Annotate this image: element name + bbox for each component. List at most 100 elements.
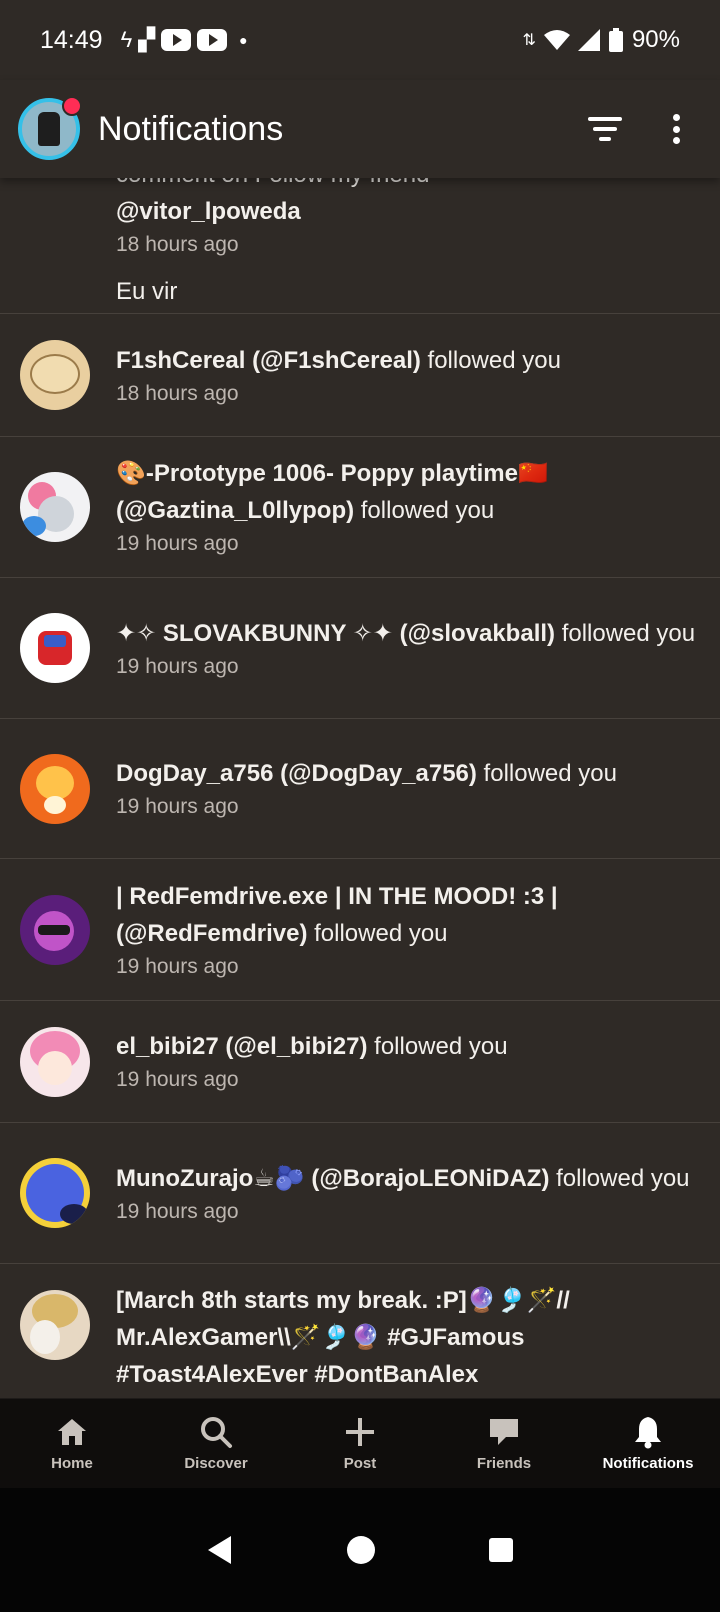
- avatar-spacer: [20, 178, 116, 313]
- notification-text: MunoZurajo☕🫐 (@BorajoLEONiDAZ) followed …: [116, 1160, 700, 1197]
- nav-friends[interactable]: Friends: [432, 1399, 576, 1488]
- notification-body: F1shCereal (@F1shCereal) followed you 18…: [116, 342, 700, 409]
- plus-icon: [343, 1415, 377, 1449]
- notification-item[interactable]: MunoZurajo☕🫐 (@BorajoLEONiDAZ) followed …: [0, 1123, 720, 1264]
- avatar-mouth: [44, 795, 66, 814]
- notification-body: | RedFemdrive.exe | IN THE MOOD! :3 | (@…: [116, 878, 700, 982]
- notification-time: 19 hours ago: [116, 654, 239, 678]
- youtube-icon: [197, 29, 228, 51]
- bottom-nav: Home Discover Post Friends Notifications: [0, 1398, 720, 1488]
- home-circle-icon[interactable]: [345, 1534, 377, 1566]
- notification-body: 🎨-Prototype 1006- Poppy playtime🇨🇳 (@Gaz…: [116, 455, 700, 559]
- follower-name[interactable]: F1shCereal (@F1shCereal): [116, 347, 421, 374]
- notification-time: 18 hours ago: [116, 233, 239, 256]
- notification-text: 🎨-Prototype 1006- Poppy playtime🇨🇳 (@Gaz…: [116, 455, 700, 529]
- notification-feed[interactable]: comment on Follow my friend @vitor_lpowe…: [0, 178, 720, 1398]
- profile-avatar[interactable]: [18, 96, 82, 160]
- nav-discover[interactable]: Discover: [144, 1399, 288, 1488]
- avatar-sketch: [30, 354, 80, 394]
- notification-item[interactable]: el_bibi27 (@el_bibi27) followed you 19 h…: [0, 1001, 720, 1123]
- nav-home[interactable]: Home: [0, 1399, 144, 1488]
- chat-bubble-icon: [487, 1415, 521, 1449]
- notification-time: 19 hours ago: [116, 954, 239, 978]
- avatar-hand: [22, 516, 46, 536]
- notification-action: followed you: [476, 760, 617, 787]
- signal-icon: [577, 29, 600, 51]
- avatar-face: [36, 765, 74, 800]
- notification-body: el_bibi27 (@el_bibi27) followed you 19 h…: [116, 1028, 700, 1095]
- notification-action: followed you: [354, 497, 495, 524]
- notification-item[interactable]: comment on Follow my friend @vitor_lpowe…: [0, 178, 720, 314]
- notification-item[interactable]: [March 8th starts my break. :P]🔮🎐🪄// Mr.…: [0, 1264, 720, 1398]
- follower-name[interactable]: DogDay_a756 (@DogDay_a756): [116, 760, 477, 787]
- avatar-figure: [38, 112, 60, 146]
- bolt-icon: ϟ: [120, 27, 133, 52]
- notification-item[interactable]: ✦✧ SLOVAKBUNNY ✧✦ (@slovakball) followed…: [0, 578, 720, 719]
- notification-time: 19 hours ago: [116, 795, 239, 818]
- nav-discover-label: Discover: [184, 1455, 248, 1472]
- notification-body: [March 8th starts my break. :P]🔮🎐🪄// Mr.…: [116, 1282, 700, 1393]
- back-icon[interactable]: [205, 1534, 235, 1566]
- user-avatar[interactable]: [20, 1026, 90, 1097]
- filter-icon[interactable]: [588, 117, 622, 141]
- app-icon: ▞: [138, 27, 156, 52]
- user-avatar[interactable]: [20, 613, 90, 683]
- follower-name[interactable]: MunoZurajo☕🫐 (@BorajoLEONiDAZ): [116, 1165, 549, 1192]
- status-notification-icons: ϟ ▞ ●: [121, 27, 248, 53]
- notification-time: 19 hours ago: [116, 1068, 239, 1091]
- avatar-pet: [30, 1320, 60, 1354]
- battery-level: 90%: [631, 26, 680, 53]
- notification-comment: Eu vir: [116, 278, 178, 305]
- system-nav-bar: [0, 1488, 720, 1612]
- youtube-icon: [161, 29, 192, 51]
- status-time: 14:49: [40, 25, 103, 54]
- follower-name[interactable]: [March 8th starts my break. :P]🔮🎐🪄// Mr.…: [116, 1287, 570, 1388]
- app-header: Notifications: [0, 80, 720, 178]
- notification-time: 18 hours ago: [116, 381, 239, 405]
- wifi-icon: [543, 30, 570, 50]
- notification-body: ✦✧ SLOVAKBUNNY ✧✦ (@slovakball) followed…: [116, 615, 700, 682]
- notification-item[interactable]: | RedFemdrive.exe | IN THE MOOD! :3 | (@…: [0, 859, 720, 1001]
- notification-body: comment on Follow my friend @vitor_lpowe…: [116, 178, 700, 313]
- nav-notifications[interactable]: Notifications: [576, 1399, 720, 1488]
- recents-icon[interactable]: [487, 1536, 515, 1564]
- user-avatar[interactable]: [20, 1158, 90, 1228]
- notification-time: 19 hours ago: [116, 1199, 239, 1223]
- notification-time: 19 hours ago: [116, 532, 239, 555]
- nav-notifications-label: Notifications: [602, 1455, 694, 1472]
- notification-text: ✦✧ SLOVAKBUNNY ✧✦ (@slovakball) followed…: [116, 615, 700, 652]
- header-actions: [588, 114, 702, 144]
- user-avatar[interactable]: [20, 753, 90, 824]
- notification-item[interactable]: F1shCereal (@F1shCereal) followed you 18…: [0, 314, 720, 437]
- notification-item[interactable]: DogDay_a756 (@DogDay_a756) followed you …: [0, 719, 720, 859]
- notification-action: followed you: [549, 1164, 690, 1192]
- notification-handle[interactable]: @vitor_lpoweda: [116, 193, 700, 230]
- user-avatar[interactable]: [20, 894, 90, 965]
- nav-post-label: Post: [343, 1455, 377, 1472]
- user-avatar[interactable]: [20, 472, 90, 542]
- nav-post[interactable]: Post: [288, 1399, 432, 1488]
- notification-partial-text: comment on Follow my friend: [116, 178, 700, 193]
- notification-action: followed you: [307, 919, 448, 947]
- notification-action: followed you: [420, 346, 561, 374]
- avatar-glasses: [38, 924, 70, 935]
- avatar-shadow: [60, 1204, 88, 1224]
- nav-friends-label: Friends: [476, 1455, 532, 1472]
- follower-name[interactable]: el_bibi27 (@el_bibi27): [116, 1033, 367, 1060]
- notification-dot: [62, 96, 82, 116]
- user-avatar[interactable]: [20, 1290, 90, 1360]
- data-arrows-icon: ⇅: [522, 32, 536, 49]
- notification-action: followed you: [555, 619, 696, 647]
- user-avatar[interactable]: [20, 340, 90, 410]
- notification-body: MunoZurajo☕🫐 (@BorajoLEONiDAZ) followed …: [116, 1160, 700, 1227]
- follower-name[interactable]: ✦✧ SLOVAKBUNNY ✧✦ (@slovakball): [116, 620, 555, 647]
- notification-item[interactable]: 🎨-Prototype 1006- Poppy playtime🇨🇳 (@Gaz…: [0, 437, 720, 578]
- dot-icon: ●: [239, 32, 248, 48]
- status-bar: 14:49 ϟ ▞ ● ⇅ 90%: [0, 0, 720, 80]
- more-options-icon[interactable]: [672, 114, 680, 144]
- avatar-face: [38, 1050, 72, 1085]
- notification-text: | RedFemdrive.exe | IN THE MOOD! :3 | (@…: [116, 878, 700, 952]
- avatar-stripe: [44, 635, 66, 647]
- notification-text: F1shCereal (@F1shCereal) followed you: [116, 342, 700, 379]
- notification-text: el_bibi27 (@el_bibi27) followed you: [116, 1028, 700, 1065]
